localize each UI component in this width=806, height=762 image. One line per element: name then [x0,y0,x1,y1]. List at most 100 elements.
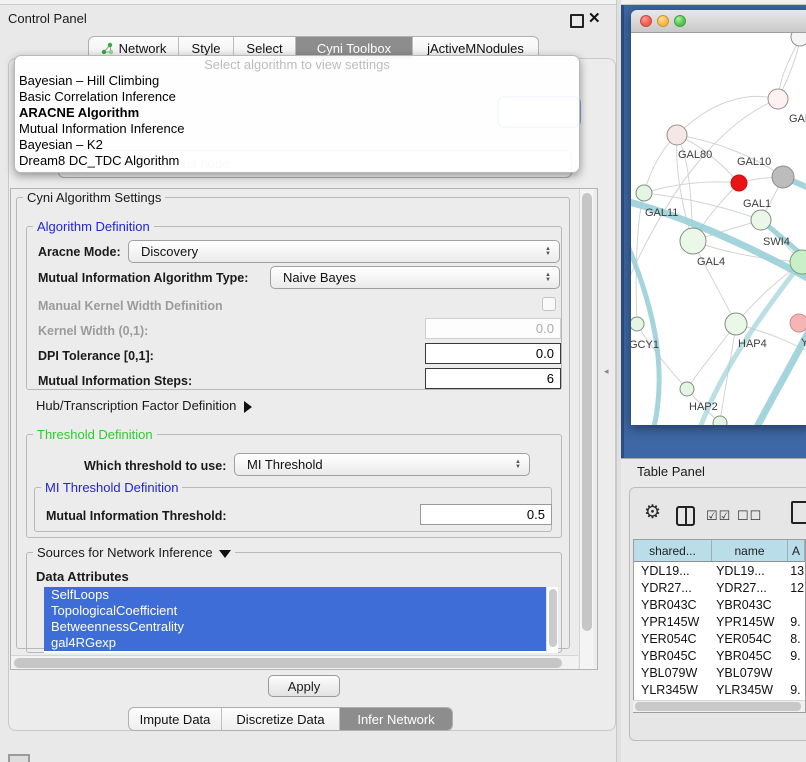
zoom-window-icon[interactable] [674,15,686,27]
table-cell: YPR145W [634,615,711,629]
table-cell: YPR145W [711,615,786,629]
dpi-tolerance-field[interactable] [425,343,561,364]
network-canvas[interactable]: GALGAL80GAL10GAL1GAL11SWI4GAL4GCY1HAP4YH… [631,33,806,425]
mi-threshold-field[interactable] [420,504,552,525]
close-panel-icon[interactable]: ✕ [588,9,601,27]
select-all-icon[interactable]: ☑☑ [706,508,731,524]
which-threshold-combo[interactable]: MI Threshold ▲▼ [234,453,530,476]
mi-steps-field[interactable] [425,368,561,389]
network-node[interactable] [731,175,747,191]
which-threshold-label: Which threshold to use: [84,459,226,473]
table-cell: YDL19... [634,564,711,578]
column-header-name[interactable]: name [712,540,788,561]
settings-horizontal-scrollbar[interactable] [11,655,578,669]
algorithm-popup-item[interactable]: Bayesian – Hill Climbing [15,73,579,89]
hub-definition-toggle[interactable]: Hub/Transcription Factor Definition [36,398,252,413]
stepper-icon: ▲▼ [515,460,521,470]
kernel-width-field[interactable] [425,318,561,339]
data-attribute-item[interactable]: gal4RGexp [44,635,546,651]
table-row[interactable]: YLR345WYLR345W9. [634,681,805,698]
settings-vertical-scrollbar[interactable] [579,189,594,669]
aracne-mode-label: Aracne Mode: [38,245,121,259]
network-node[interactable] [791,33,806,46]
node-table-body: YDL19...YDL19...13YDR27...YDR27...12YBR0… [634,562,805,713]
import-table-icon[interactable] [791,501,806,524]
apply-button[interactable]: Apply [268,675,340,697]
table-row[interactable]: YBR043CYBR043C [634,596,805,613]
algorithm-popup-item[interactable]: Dream8 DC_TDC Algorithm [15,153,579,169]
algorithm-popup-item[interactable]: ARACNE Algorithm [15,105,579,121]
deselect-all-icon[interactable]: ☐☐ [737,508,762,524]
collapse-down-icon[interactable] [219,550,231,558]
network-node[interactable] [631,317,644,331]
manual-kernel-checkbox[interactable] [542,297,556,311]
network-node[interactable] [768,89,788,109]
table-row[interactable]: YER054CYER054C8. [634,630,805,647]
table-row[interactable]: YDL19...YDL19...13 [634,562,805,579]
algorithm-popup-list: Bayesian – Hill ClimbingBasic Correlatio… [15,73,579,169]
table-cell: YLR345W [711,683,786,697]
network-node[interactable] [725,313,747,335]
network-node[interactable] [680,228,706,254]
divider-collapse-icon[interactable]: ◂ [604,366,609,377]
network-node-label: GCY1 [631,339,659,351]
aracne-mode-combo[interactable]: Discovery ▲▼ [128,240,560,263]
tab-select-label: Select [246,41,282,56]
attributes-scrollbar[interactable] [546,587,558,653]
tab-network-label: Network [119,41,167,56]
table-row[interactable]: YPR145WYPR145W9. [634,613,805,630]
data-attributes-list[interactable]: SelfLoopsTopologicalCoefficientBetweenne… [44,587,546,653]
data-attribute-item[interactable]: SelfLoops [44,587,546,603]
table-row[interactable]: YBR045CYBR045C9. [634,647,805,664]
data-attribute-item[interactable]: TopologicalCoefficient [44,603,546,619]
table-cell: 8. [786,632,805,646]
network-node-label: SWI4 [763,236,790,248]
tab-discretize-data[interactable]: Discretize Data [222,708,340,730]
attributes-scrollbar-thumb[interactable] [549,589,557,647]
network-node[interactable] [713,416,727,425]
network-node-label: GAL11 [645,207,678,219]
minimized-panel-icon[interactable] [8,754,30,762]
tab-impute-data-label: Impute Data [140,712,211,727]
algorithm-popup-item[interactable]: Basic Correlation Inference [15,89,579,105]
network-window-titlebar[interactable] [631,10,806,33]
algorithm-dropdown-popup: Select algorithm to view settings Bayesi… [14,55,580,173]
tab-discretize-data-label: Discretize Data [236,712,324,727]
algorithm-popup-item[interactable]: Mutual Information Inference [15,121,579,137]
network-node[interactable] [667,125,687,145]
settings-horizontal-scrollbar-thumb[interactable] [14,658,562,668]
network-node[interactable] [790,314,806,332]
table-horizontal-scrollbar[interactable] [633,700,805,712]
table-cell: YDR27... [634,581,711,595]
float-panel-icon[interactable] [570,14,584,28]
network-node[interactable] [772,166,794,188]
column-header-shared-name[interactable]: shared... [634,540,712,561]
network-node-label: HAP4 [738,338,767,350]
network-node-label: Y [801,337,806,349]
table-cell: YDR27... [711,581,786,595]
network-view-window[interactable]: GALGAL80GAL10GAL1GAL11SWI4GAL4GCY1HAP4YH… [631,10,806,425]
table-horizontal-scrollbar-thumb[interactable] [635,702,801,711]
tab-infer-network[interactable]: Infer Network [340,708,452,730]
tab-impute-data[interactable]: Impute Data [129,708,222,730]
settings-vertical-scrollbar-thumb[interactable] [582,193,592,631]
data-attribute-item[interactable]: BetweennessCentrality [44,619,546,635]
gear-icon[interactable]: ⚙ [644,501,661,524]
network-node[interactable] [751,210,771,230]
table-panel-title: Table Panel [637,464,705,479]
sources-title-text: Sources for Network Inference [37,545,213,560]
table-row[interactable]: YDR27...YDR27...12 [634,579,805,596]
network-node[interactable] [680,382,694,396]
network-node[interactable] [636,185,652,201]
column-header-partial[interactable]: A [788,540,805,561]
table-row[interactable]: YBL079WYBL079W [634,664,805,681]
network-icon [101,42,114,55]
minimize-window-icon[interactable] [657,15,669,27]
mi-algorithm-type-combo[interactable]: Naive Bayes ▲▼ [270,266,560,289]
expand-right-icon [244,401,252,413]
mi-threshold-group-title: MI Threshold Definition [41,480,182,495]
table-cell: YBR045C [634,649,711,663]
close-window-icon[interactable] [640,15,652,27]
algorithm-popup-item[interactable]: Bayesian – K2 [15,137,579,153]
column-split-icon[interactable] [676,506,695,526]
